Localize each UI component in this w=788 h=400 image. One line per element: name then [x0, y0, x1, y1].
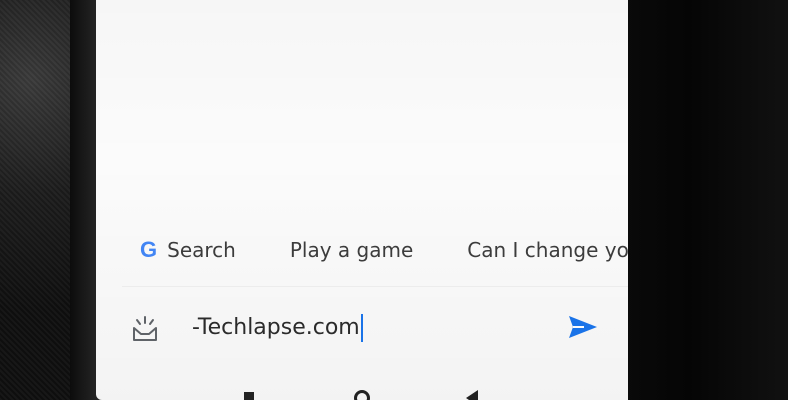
send-button[interactable] [566, 312, 600, 342]
system-nav-bar [96, 380, 628, 400]
assistant-input-row: -Techlapse.com [96, 302, 628, 354]
phone-bezel-right [622, 0, 788, 400]
nav-home-icon[interactable] [354, 390, 370, 400]
suggestion-label: Can I change you [467, 238, 628, 262]
suggestion-label: Search [167, 238, 236, 262]
assistant-icon[interactable] [130, 314, 160, 344]
phone-screen: G Search Play a game Can I change you -T… [96, 0, 628, 400]
suggestion-chip-change[interactable]: Can I change you [467, 238, 628, 262]
input-value: -Techlapse.com [192, 315, 360, 340]
nav-recents-icon[interactable] [244, 392, 254, 400]
suggestion-chips: G Search Play a game Can I change you [96, 230, 628, 270]
text-caret [360, 314, 363, 342]
divider [122, 286, 628, 287]
nav-back-icon[interactable] [466, 390, 478, 400]
assistant-text-input[interactable]: -Techlapse.com [192, 310, 363, 346]
suggestion-label: Play a game [289, 238, 414, 262]
google-g-icon: G [140, 237, 158, 262]
suggestion-chip-play-game[interactable]: Play a game [290, 238, 413, 262]
send-icon [569, 316, 597, 338]
suggestion-chip-search[interactable]: G Search [140, 238, 236, 262]
